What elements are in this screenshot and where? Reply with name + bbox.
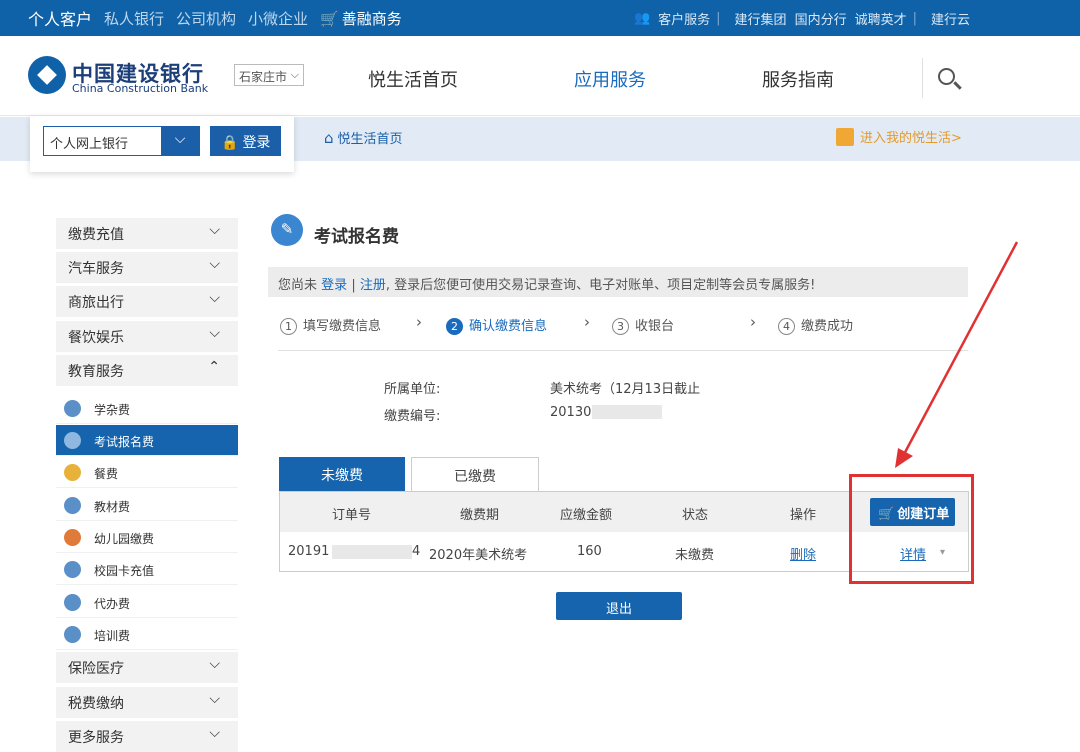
- annotation-arrow: [895, 241, 1019, 468]
- exit-button[interactable]: 退出: [556, 592, 682, 620]
